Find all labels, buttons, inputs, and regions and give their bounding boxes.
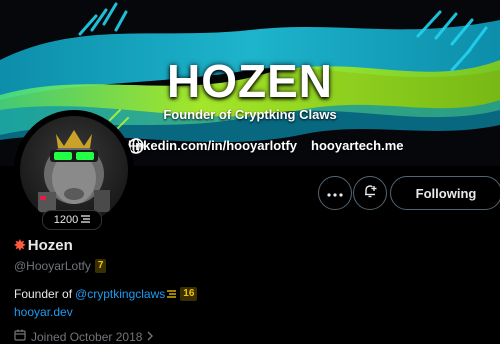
bio-prefix: Founder of: [14, 287, 73, 301]
banner-link-site: hooyartech.me: [311, 138, 404, 153]
handle-badge: 7: [94, 259, 107, 273]
collision-emoji-icon: ✸: [14, 237, 26, 253]
bio: Founder of @cryptkingclaws 16: [14, 287, 198, 301]
avatar-image: [20, 116, 128, 224]
lines-icon: [81, 214, 91, 226]
joined-text: Joined October 2018: [31, 329, 143, 344]
notifications-button[interactable]: [353, 176, 387, 210]
chevron-right-icon[interactable]: [147, 330, 158, 344]
display-name-text: Hozen: [27, 237, 73, 254]
more-options-button[interactable]: [318, 176, 352, 210]
banner-link-linkedin: linkedin.com/in/hooyarlotfy: [128, 138, 298, 153]
handle-row: @HooyarLotfy 7: [14, 259, 107, 273]
more-icon: [327, 184, 343, 202]
display-name: ✸ Hozen: [14, 237, 73, 254]
bio-mention-link[interactable]: @cryptkingclaws: [75, 287, 165, 301]
lines-icon: [167, 287, 177, 301]
handle: @HooyarLotfy: [14, 259, 91, 273]
following-button[interactable]: Following: [390, 176, 500, 210]
bio-badge: 16: [180, 287, 198, 301]
avatar-count-badge: 1200: [42, 210, 102, 230]
banner-links: linkedin.com/in/hooyarlotfy hooyartech.m…: [128, 138, 404, 154]
banner-title: HOZEN: [167, 55, 333, 107]
avatar-count: 1200: [53, 214, 79, 226]
notify-plus-icon: [362, 183, 378, 204]
website-link[interactable]: hooyar.dev: [14, 305, 73, 319]
